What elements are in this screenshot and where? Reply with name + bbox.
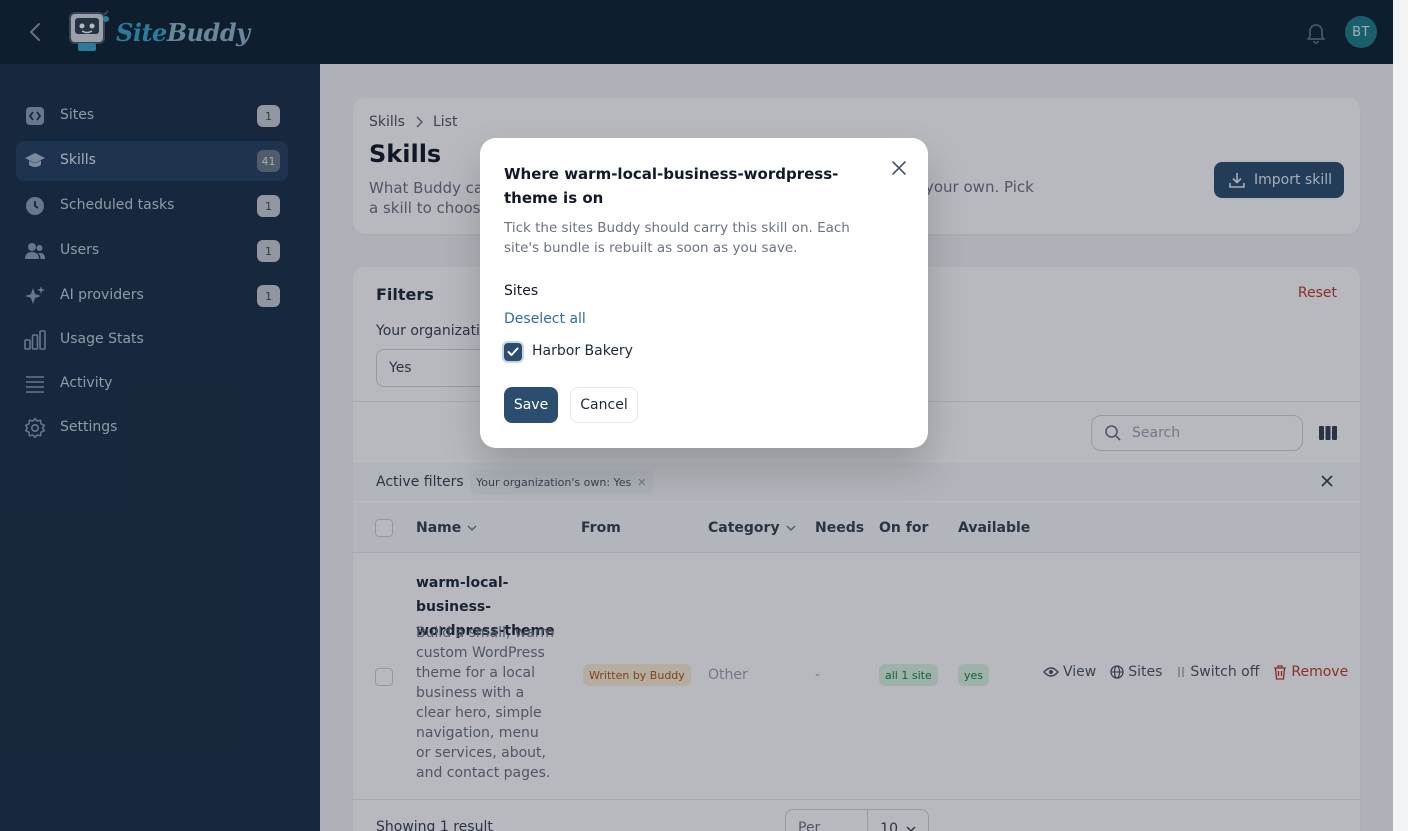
deselect-all-link[interactable]: Deselect all: [504, 311, 586, 327]
checkmark-icon: [507, 347, 519, 356]
save-button[interactable]: Save: [504, 387, 558, 423]
cancel-button[interactable]: Cancel: [570, 387, 638, 423]
sites-modal: Where warm-local-business-wordpress-them…: [480, 138, 928, 448]
modal-description: Tick the sites Buddy should carry this s…: [504, 220, 850, 256]
modal-title: Where warm-local-business-wordpress-them…: [504, 165, 839, 207]
scrollbar[interactable]: [1393, 0, 1408, 831]
site-name-label[interactable]: Harbor Bakery: [532, 343, 633, 359]
close-icon[interactable]: [888, 157, 910, 179]
site-checkbox-harbor-bakery[interactable]: [504, 343, 522, 361]
sites-label: Sites: [504, 283, 539, 299]
